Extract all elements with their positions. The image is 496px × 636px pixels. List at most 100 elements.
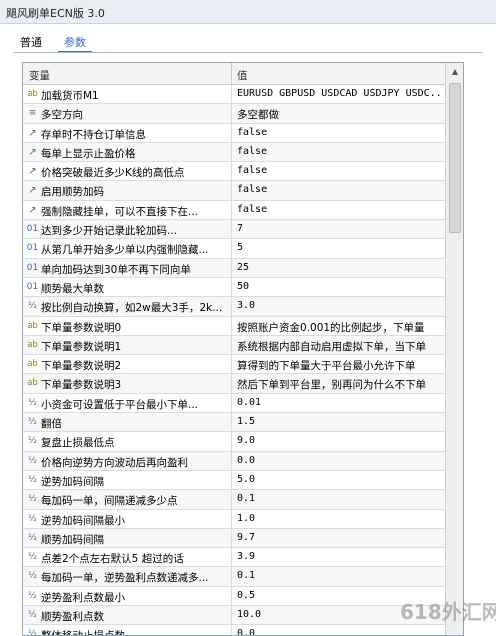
cell-separator [231, 200, 232, 220]
parameter-row[interactable]: ↗ 启用顺势加码 false [23, 181, 445, 201]
parameter-row[interactable]: ½ 价格向逆势方向波动后再向盈利 0.0 [23, 451, 445, 471]
parameter-row[interactable]: ½ 逆势盈利点数最小 0.5 [23, 586, 445, 607]
double-type-icon: ½ [28, 590, 37, 601]
tab-inputs[interactable]: 参数 [58, 32, 92, 52]
column-header-value[interactable]: 值 [237, 68, 248, 83]
parameter-row[interactable]: ½ 翻倍 1.5 [23, 413, 445, 433]
parameter-value[interactable]: 50 [237, 281, 443, 292]
parameter-row[interactable]: ½ 点差2个点左右默认5 超过的话 3.9 [23, 548, 445, 568]
tab-divider [14, 52, 482, 53]
parameter-value[interactable]: 然后下单到平台里，别再问为什么不下单 [237, 377, 443, 392]
parameter-value[interactable]: 0.01 [237, 397, 443, 408]
bool-type-icon: ↗ [28, 204, 37, 216]
parameter-row[interactable]: 01 顺势最大单数 50 [23, 277, 445, 298]
cell-separator [231, 413, 232, 432]
parameter-name: 翻倍 [41, 418, 62, 431]
parameter-value[interactable]: 1.5 [237, 416, 443, 427]
string-type-icon: ab [27, 359, 38, 370]
cell-separator [231, 297, 232, 316]
parameter-value[interactable]: 3.9 [237, 551, 443, 562]
parameter-row[interactable]: ↗ 存单时不持仓订单信息 false [23, 123, 445, 143]
vertical-scrollbar[interactable]: ▲ [445, 63, 463, 635]
parameter-value[interactable]: EURUSD GBPUSD USDCAD USDJPY USDC... [237, 88, 443, 99]
parameter-name: 价格向逆势方向波动后再向盈利 [41, 456, 188, 469]
parameter-value[interactable]: 5.0 [237, 474, 443, 485]
parameter-name: 顺势盈利点数 [41, 611, 104, 624]
parameter-value[interactable]: 按照账户资金0.001的比例起步，下单量 [237, 320, 443, 335]
parameter-value[interactable]: false [237, 184, 443, 195]
int-type-icon: 01 [26, 243, 39, 254]
parameter-row[interactable]: ½ 逆势加码间隔最小 1.0 [23, 509, 445, 529]
parameter-row[interactable]: ≡ 多空方向 多空都做 [23, 104, 445, 124]
parameter-row[interactable]: 01 从第几单开始多少单以内强制隐藏... 5 [23, 239, 445, 259]
parameter-name: 小资金可设置低于平台最小下单... [41, 398, 199, 411]
parameter-row[interactable]: ab 下单量参数说明3 然后下单到平台里，别再问为什么不下单 [23, 374, 445, 394]
parameter-value[interactable]: false [237, 165, 443, 176]
parameter-value[interactable]: false [237, 204, 443, 215]
parameter-value[interactable]: false [237, 146, 443, 157]
parameter-row[interactable]: ½ 小资金可设置低于平台最小下单... 0.01 [23, 393, 445, 414]
parameter-row[interactable]: ½ 顺势加码间隔 9.7 [23, 528, 445, 549]
watermark-text: 618外汇网 [400, 600, 496, 624]
parameter-row[interactable]: ab 加载货币M1 EURUSD GBPUSD USDCAD USDJPY USDC… [23, 85, 445, 105]
parameter-value[interactable]: 25 [237, 262, 443, 273]
parameter-row[interactable]: ½ 整体移动止损点数 0.0 [23, 625, 445, 635]
parameter-row[interactable]: ab 下单量参数说明1 系统根据内部自动启用虚拟下单，当下单 [23, 335, 445, 356]
cell-separator [231, 509, 232, 528]
parameter-row[interactable]: ½ 每加码一单，间隔递减多少点 0.1 [23, 490, 445, 510]
double-type-icon: ½ [28, 610, 37, 621]
parameter-value[interactable]: 5 [237, 242, 443, 253]
parameter-row[interactable]: ab 下单量参数说明0 按照账户资金0.001的比例起步，下单量 [23, 316, 445, 336]
parameter-value[interactable]: 1.0 [237, 513, 443, 524]
parameter-name: 加载货币M1 [41, 90, 99, 102]
parameter-value[interactable]: 0.0 [237, 628, 443, 635]
double-type-icon: ½ [28, 532, 37, 543]
parameter-row[interactable]: ½ 复盘止损最低点 9.0 [23, 432, 445, 452]
column-separator[interactable] [231, 63, 232, 85]
parameter-name: 下单量参数说明0 [41, 321, 122, 334]
tab-general[interactable]: 普通 [14, 32, 48, 52]
parameter-value[interactable]: 0.0 [237, 455, 443, 466]
window-title: 飓风刷单ECN版 3.0 [6, 7, 105, 20]
cell-separator [231, 586, 232, 606]
parameter-value[interactable]: 3.0 [237, 300, 443, 311]
cell-separator [231, 432, 232, 451]
parameter-row[interactable]: ab 下单量参数说明2 算得到的下单量大于平台最小允许下单 [23, 355, 445, 375]
parameter-value[interactable]: false [237, 127, 443, 138]
cell-separator [231, 355, 232, 374]
parameter-row[interactable]: ↗ 强制隐藏挂单，可以不直接下在... false [23, 200, 445, 221]
parameter-value[interactable]: 算得到的下单量大于平台最小允许下单 [237, 358, 443, 373]
parameter-row[interactable]: ½ 每加码一单，逆势盈利点数递减多... 0.1 [23, 567, 445, 587]
parameter-row[interactable]: ½ 顺势盈利点数 10.0 [23, 606, 445, 626]
parameter-row[interactable]: ½ 逆势加码间隔 5.0 [23, 470, 445, 491]
parameter-name: 从第几单开始多少单以内强制隐藏... [41, 244, 209, 257]
parameter-value[interactable]: 0.1 [237, 570, 443, 581]
cell-separator [231, 470, 232, 490]
parameter-name: 单向加码达到30单不再下同向单 [41, 263, 191, 276]
scroll-thumb[interactable] [449, 83, 461, 233]
parameter-value[interactable]: 9.7 [237, 532, 443, 543]
parameter-row[interactable]: 01 达到多少开始记录此轮加码... 7 [23, 220, 445, 240]
parameter-row[interactable]: ½ 按比例自动换算，如2w最大3手，2k... 3.0 [23, 297, 445, 317]
parameter-value[interactable]: 系统根据内部自动启用虚拟下单，当下单 [237, 339, 443, 354]
parameter-value[interactable]: 多空都做 [237, 107, 443, 122]
tab-strip: 普通 参数 [14, 32, 484, 52]
cell-separator [231, 625, 232, 635]
column-header-variable[interactable]: 变量 [29, 68, 50, 83]
cell-separator [231, 374, 232, 393]
parameter-name: 复盘止损最低点 [41, 437, 115, 450]
parameter-row[interactable]: ↗ 价格突破最近多少K线的高低点 false [23, 162, 445, 182]
parameter-name: 整体移动止损点数 [41, 628, 229, 635]
double-type-icon: ½ [28, 474, 37, 485]
scroll-up-icon[interactable]: ▲ [448, 65, 462, 79]
parameter-value[interactable]: 0.1 [237, 493, 443, 504]
cell-separator [231, 528, 232, 548]
parameter-name: 逆势加码间隔最小 [41, 514, 125, 527]
parameter-value[interactable]: 7 [237, 223, 443, 234]
double-type-icon: ½ [28, 513, 37, 524]
parameter-name: 下单量参数说明1 [41, 340, 122, 353]
parameter-value[interactable]: 9.0 [237, 435, 443, 446]
parameter-row[interactable]: 01 单向加码达到30单不再下同向单 25 [23, 258, 445, 278]
parameter-row[interactable]: ↗ 每单上显示止盈价格 false [23, 142, 445, 163]
cell-separator [231, 142, 232, 162]
